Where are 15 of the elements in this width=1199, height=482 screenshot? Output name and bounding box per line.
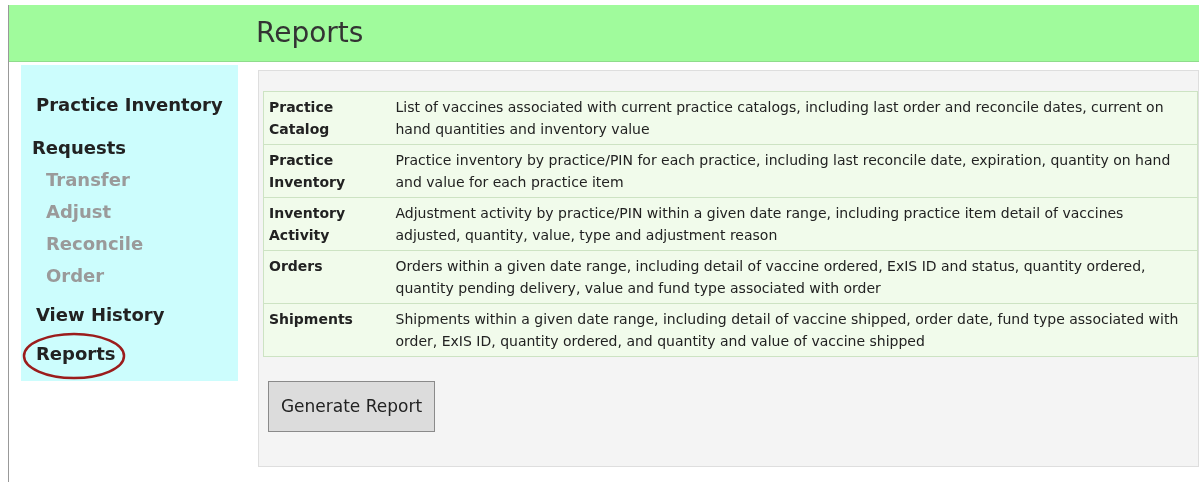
report-name: Inventory Activity (263, 197, 391, 251)
sidebar-link[interactable]: View History (36, 301, 165, 328)
generate-report-button[interactable]: Generate Report (268, 381, 435, 432)
report-name: Practice Inventory (263, 144, 391, 198)
report-name: Practice Catalog (263, 91, 391, 145)
sidebar-link[interactable]: Practice Inventory (36, 91, 223, 118)
report-description: Practice inventory by practice/PIN for each practice, including last reconcile date, expiration, quantity on hand and value for each practice item (390, 144, 1198, 198)
report-name: Orders (263, 250, 391, 304)
report-description: Adjustment activity by practice/PIN within a given date range, including practice item detail of vaccines adjusted, quantity, value, type and adjustment reason (390, 197, 1198, 251)
report-description: Shipments within a given date range, including detail of vaccine shipped, order date, fund type associated with order, ExIS ID, quantity ordered, and quantity and value of vaccine shipped (390, 303, 1198, 357)
sidebar-link[interactable]: Requests (32, 134, 126, 161)
report-description: Orders within a given date range, including detail of vaccine ordered, ExIS ID and status, quantity ordered, quantity pending delivery, value and fund type associated with order (390, 250, 1198, 304)
report-description: List of vaccines associated with current practice catalogs, including last order and reconcile dates, current on hand quantities and inventory value (390, 91, 1198, 145)
report-name: Shipments (263, 303, 391, 357)
page-title: Reports (256, 15, 364, 51)
